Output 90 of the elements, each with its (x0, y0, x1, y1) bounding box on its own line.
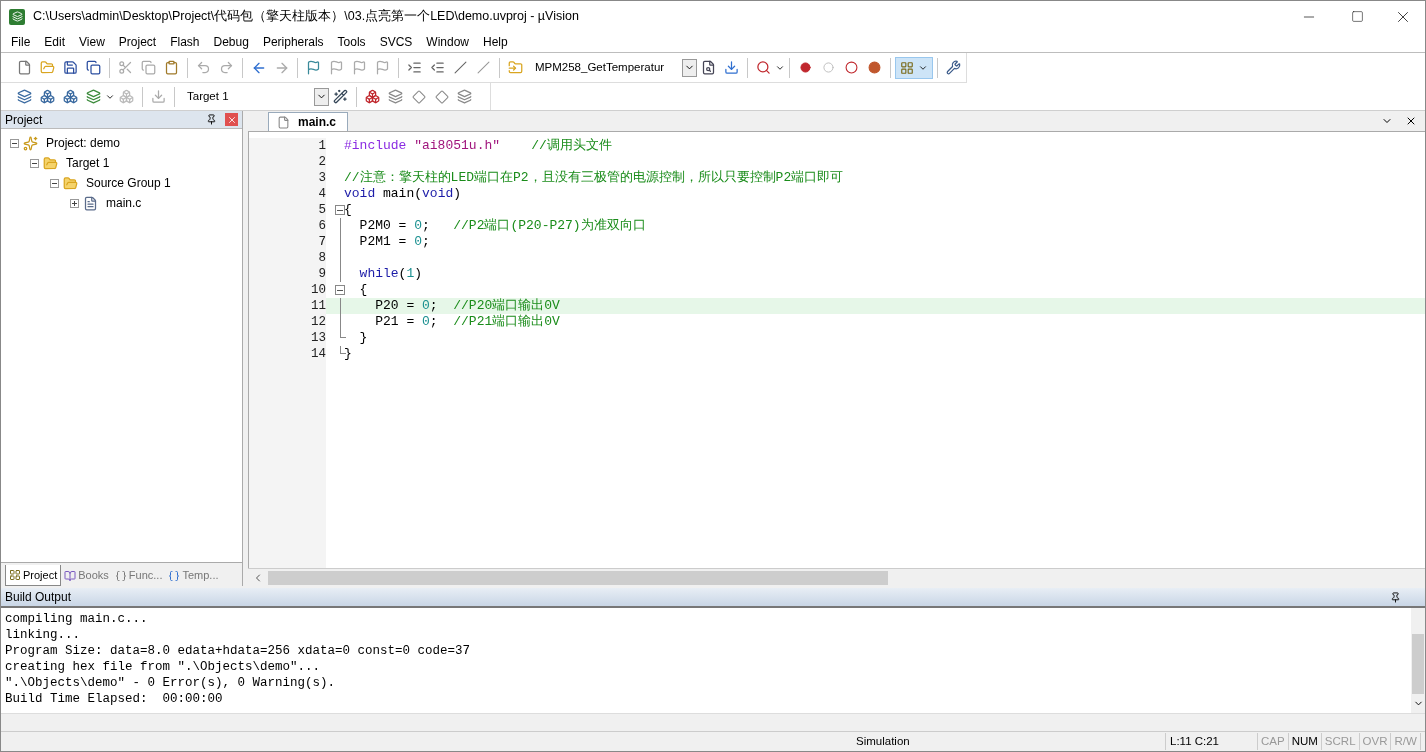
code-line: #include "ai8051u.h" //调用头文件 (344, 138, 612, 154)
collapse-toggle[interactable] (10, 138, 19, 148)
status-indicator: OVR (1359, 732, 1392, 751)
editor-tab[interactable]: main.c (268, 112, 348, 131)
menu-item[interactable]: Peripherals (255, 33, 331, 51)
menu-item[interactable]: SVCS (372, 33, 420, 51)
window-icon (900, 60, 914, 75)
tree-item[interactable]: Target 1 (66, 154, 110, 172)
braces-icon (114, 569, 127, 582)
fold-end-line (340, 330, 346, 338)
close-button[interactable] (225, 113, 238, 126)
app-icon (9, 8, 25, 25)
collapse-toggle[interactable] (30, 158, 39, 168)
code-line: P20 = 0; //P20端口输出0V (374, 298, 560, 314)
tree-item[interactable]: Project: demo (46, 134, 121, 152)
code-line: P2M1 = 0; (358, 234, 430, 250)
status-indicator: NUM (1288, 732, 1322, 751)
code-line: } (344, 346, 352, 362)
status-indicator: R/W (1391, 732, 1421, 751)
status-indicator: CAP (1258, 732, 1289, 751)
line-number: 1 (317, 138, 326, 154)
output-line: Build Time Elapsed: 00:00:00 (5, 691, 224, 707)
line-number: 2 (317, 154, 326, 170)
window-toggle-button[interactable] (895, 56, 933, 79)
fold-toggle[interactable] (335, 205, 345, 215)
project-icon (23, 135, 38, 151)
line-number: 6 (317, 218, 326, 234)
window-icon (9, 569, 21, 581)
panel-title: Project (5, 111, 44, 129)
status-indicator: SCRL (1321, 732, 1360, 751)
window-title: C:\Users\admin\Desktop\Project\代码包（擎天柱版本）\03.点亮第一个LED\demo.uvproj - µVision (33, 8, 579, 26)
menu-item[interactable]: Debug (206, 33, 256, 51)
output-line: Program Size: data=8.0 edata+hdata=256 xdata=0 const=0 code=37 (5, 643, 472, 659)
line-number: 11 (310, 298, 326, 314)
file-icon (277, 115, 290, 129)
expand-toggle[interactable] (70, 198, 79, 208)
close-icon[interactable] (1405, 115, 1417, 127)
tree-item[interactable]: main.c (106, 194, 142, 212)
panel-tab[interactable]: Func... (111, 565, 166, 586)
folder-icon (43, 155, 58, 171)
scrollbar-thumb[interactable] (1412, 634, 1424, 694)
code-line: P21 = 0; //P21端口输出0V (374, 314, 560, 330)
pin-icon[interactable] (1390, 591, 1401, 603)
fold-toggle[interactable] (335, 285, 345, 295)
scrollbar-thumb[interactable] (268, 570, 888, 585)
line-number: 5 (317, 202, 326, 218)
braces-icon (168, 569, 181, 582)
panel-title: Build Output (5, 589, 73, 606)
menu-item[interactable]: Help (476, 33, 515, 51)
menu-item[interactable]: Flash (163, 33, 207, 51)
folder-icon (63, 175, 78, 191)
line-number: 4 (317, 186, 326, 202)
status-position: L:11 C:21 (1166, 732, 1258, 751)
line-number: 12 (310, 314, 326, 330)
menu-item[interactable]: View (72, 33, 112, 51)
code-line: { (344, 202, 352, 218)
collapse-toggle[interactable] (50, 178, 59, 188)
panel-tab[interactable]: Temp... (165, 565, 222, 586)
output-line: compiling main.c... (5, 611, 149, 627)
panel-tab[interactable]: Books (61, 565, 112, 586)
pin-icon[interactable] (206, 114, 217, 125)
line-number: 14 (310, 346, 326, 362)
output-line: creating hex file from ".\Objects\demo"... (5, 659, 322, 675)
close-icon (226, 114, 237, 125)
fold-end-line (340, 346, 346, 354)
tree-item[interactable]: Source Group 1 (86, 174, 171, 192)
menu-item[interactable]: Project (111, 33, 164, 51)
output-line: linking... (5, 627, 81, 643)
maximize-icon[interactable] (1351, 10, 1364, 23)
line-number: 13 (310, 330, 326, 346)
menu-item[interactable]: Edit (37, 33, 73, 51)
menu-item[interactable]: Window (419, 33, 476, 51)
book-icon (64, 569, 77, 582)
line-number: 10 (310, 282, 326, 298)
line-number: 3 (317, 170, 326, 186)
menu-item[interactable]: Tools (330, 33, 373, 51)
code-line: } (358, 330, 368, 346)
code-line: void main(void) (344, 186, 462, 202)
code-line: { (358, 282, 368, 298)
menu-item[interactable]: File (4, 33, 38, 51)
code-line: while(1) (358, 266, 423, 282)
code-line: //注意：擎天柱的LED端口在P2，且没有三极管的电源控制，所以只要控制P2端口即可 (344, 170, 844, 186)
line-number: 7 (317, 234, 326, 250)
line-number: 8 (317, 250, 326, 266)
file-icon (83, 195, 98, 211)
status-mode: Simulation (851, 732, 1166, 751)
code-line: P2M0 = 0; //P2端口(P20-P27)为准双向口 (358, 218, 646, 234)
line-number: 9 (317, 266, 326, 282)
output-line: ".\Objects\demo" - 0 Error(s), 0 Warning(s). (5, 675, 337, 691)
panel-tab[interactable]: Project (5, 565, 62, 586)
